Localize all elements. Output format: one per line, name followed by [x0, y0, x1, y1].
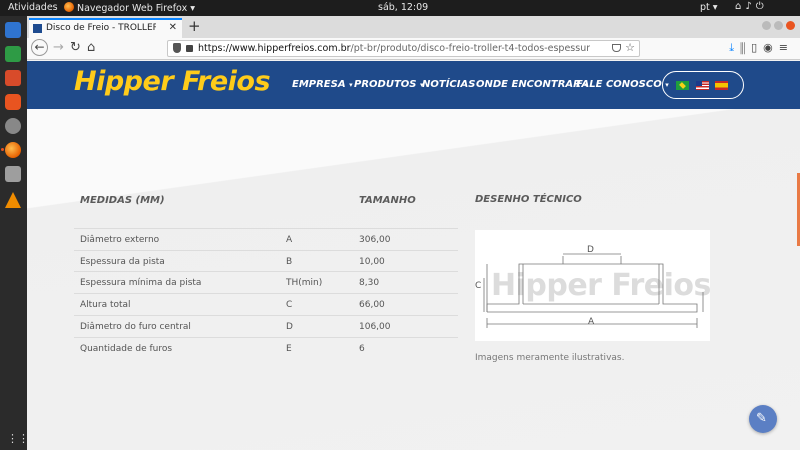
pocket-icon[interactable] — [612, 44, 621, 52]
favicon-icon — [33, 24, 42, 33]
software-store-icon[interactable] — [5, 94, 21, 110]
url-text[interactable]: https://www.hipperfreios.com.br/pt-br/pr… — [198, 43, 590, 54]
measure-code: C — [286, 300, 293, 310]
nav-onde-encontrar[interactable]: ONDE ENCONTRAR ▾ — [476, 79, 588, 90]
drawing-caption: Imagens meramente ilustrativas. — [475, 353, 625, 363]
measure-name: Espessura mínima da pista — [80, 278, 202, 288]
nav-fale-conosco[interactable]: FALE CONOSCO ▾ — [576, 79, 669, 90]
measures-header: MEDIDAS (MM) — [80, 195, 165, 206]
power-icon: ⏻ — [755, 1, 768, 12]
chat-button[interactable]: ✎ — [749, 405, 777, 433]
dimension-label-a: A — [588, 317, 595, 327]
site-header: Hipper Freios EMPRESA ▾ PRODUTOS ▾ NOTÍC… — [27, 61, 800, 109]
network-icon: ⌂ — [735, 1, 746, 12]
table-row: Espessura da pista B 10,00 — [74, 250, 458, 272]
app-name: Navegador Web Firefox — [77, 3, 188, 14]
table-row: Quantidade de furos E 6 — [74, 337, 458, 359]
impress-icon[interactable] — [5, 70, 21, 86]
firefox-dock-icon[interactable] — [5, 142, 21, 158]
nav-noticias[interactable]: NOTÍCIAS — [422, 79, 475, 90]
browser-tab[interactable]: Disco de Freio - TROLLER T4 Todos ✕ — [29, 18, 182, 38]
measure-code: E — [286, 344, 292, 354]
measure-name: Espessura da pista — [80, 257, 165, 267]
system-status-area[interactable]: ⌂♪⏻ — [735, 1, 768, 12]
chevron-down-icon: ▾ — [190, 3, 195, 14]
new-tab-button[interactable]: + — [188, 17, 201, 35]
measure-value: 8,30 — [359, 278, 380, 288]
dimension-label-d: D — [587, 245, 594, 255]
vlc-icon[interactable] — [5, 192, 21, 208]
measure-value: 106,00 — [359, 322, 391, 332]
app-menu[interactable]: Navegador Web Firefox ▾ — [64, 2, 195, 14]
activities-button[interactable]: Atividades — [8, 2, 58, 13]
navigation-toolbar: ← → ↻ ⌂ https://www.hipperfreios.com.br/… — [27, 38, 800, 60]
sidebar-icon[interactable]: ▯ — [751, 41, 763, 54]
dock: ⋮⋮⋮ — [0, 16, 40, 450]
system-top-bar: Atividades Navegador Web Firefox ▾ sáb, … — [0, 0, 800, 16]
reload-button[interactable]: ↻ — [70, 40, 81, 55]
window-controls — [759, 20, 795, 33]
firefox-icon — [64, 2, 74, 12]
chat-icon: ✎ — [756, 411, 767, 426]
minimize-button[interactable] — [762, 21, 771, 30]
measure-name: Diâmetro externo — [80, 235, 160, 245]
keyboard-layout[interactable]: pt ▾ — [700, 2, 718, 13]
close-tab-icon[interactable]: ✕ — [169, 22, 177, 33]
measure-value: 10,00 — [359, 257, 385, 267]
measure-code: B — [286, 257, 293, 267]
measure-code: A — [286, 235, 293, 245]
clock[interactable]: sáb, 12:09 — [378, 2, 428, 13]
running-indicator — [1, 148, 4, 151]
measure-code: TH(min) — [286, 278, 323, 288]
library-icon[interactable]: ⫼ — [740, 41, 751, 54]
table-row: Espessura mínima da pista TH(min) 8,30 — [74, 271, 458, 293]
measure-name: Diâmetro do furo central — [80, 322, 191, 332]
size-header: TAMANHO — [359, 195, 416, 206]
account-icon[interactable]: ◉ — [763, 41, 779, 54]
technical-drawing: Hipper Freios D C A — [475, 230, 711, 341]
back-button[interactable]: ← — [31, 39, 48, 56]
measure-code: D — [286, 322, 293, 332]
measure-value: 306,00 — [359, 235, 391, 245]
dimension-label-c: C — [475, 281, 482, 291]
page-content: Hipper Freios EMPRESA ▾ PRODUTOS ▾ NOTÍC… — [27, 61, 800, 450]
bookmark-star-icon[interactable]: ☆ — [625, 41, 635, 54]
calc-icon[interactable] — [5, 46, 21, 62]
brazil-flag-icon[interactable] — [676, 81, 689, 90]
table-row: Diâmetro externo A 306,00 — [74, 228, 458, 250]
table-row: Diâmetro do furo central D 106,00 — [74, 315, 458, 337]
drawing-header: DESENHO TÉCNICO — [475, 194, 582, 205]
language-selector — [662, 71, 744, 99]
lock-icon[interactable] — [186, 45, 193, 52]
volume-icon: ♪ — [745, 1, 756, 12]
maximize-button[interactable] — [774, 21, 783, 30]
close-window-button[interactable] — [786, 21, 795, 30]
spain-flag-icon[interactable] — [715, 81, 728, 90]
tab-title: Disco de Freio - TROLLER T4 Todos — [46, 23, 156, 33]
tab-bar: Disco de Freio - TROLLER T4 Todos ✕ + — [27, 16, 800, 38]
toolbar-icons: ⤓⫼▯◉≡ — [729, 41, 794, 55]
show-apps-icon[interactable]: ⋮⋮⋮ — [7, 433, 40, 445]
measure-name: Quantidade de furos — [80, 344, 173, 354]
home-button[interactable]: ⌂ — [87, 40, 95, 55]
nav-produtos[interactable]: PRODUTOS ▾ — [354, 79, 423, 90]
tracking-shield-icon[interactable] — [173, 43, 181, 53]
forward-button[interactable]: → — [53, 40, 64, 55]
measure-value: 6 — [359, 344, 365, 354]
url-bar[interactable]: https://www.hipperfreios.com.br/pt-br/pr… — [167, 40, 640, 57]
writer-icon[interactable] — [5, 22, 21, 38]
downloads-icon[interactable]: ⤓ — [729, 41, 740, 54]
menu-icon[interactable]: ≡ — [779, 41, 794, 54]
chevron-down-icon: ▾ — [349, 81, 353, 89]
measure-value: 66,00 — [359, 300, 385, 310]
measure-name: Altura total — [80, 300, 131, 310]
us-flag-icon[interactable] — [696, 81, 709, 90]
site-logo[interactable]: Hipper Freios — [74, 66, 271, 97]
table-row: Altura total C 66,00 — [74, 293, 458, 315]
files-icon[interactable] — [5, 166, 21, 182]
settings-icon[interactable] — [5, 118, 21, 134]
nav-empresa[interactable]: EMPRESA ▾ — [292, 79, 353, 90]
